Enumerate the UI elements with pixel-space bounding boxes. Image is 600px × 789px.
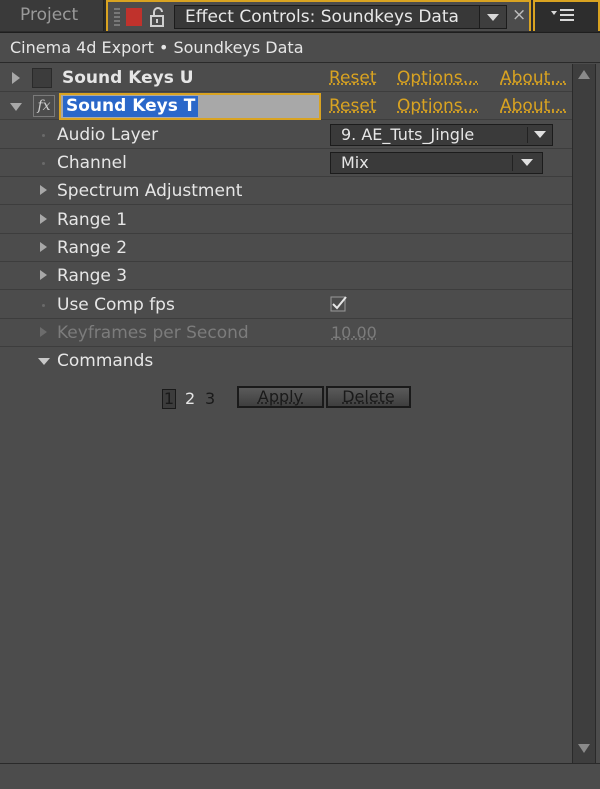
channel-dropdown[interactable]: Mix (330, 152, 543, 174)
property-label: Keyframes per Second (57, 323, 249, 343)
expand-arrow-icon[interactable] (40, 270, 47, 280)
property-label: Spectrum Adjustment (57, 181, 243, 201)
tab-title: Effect Controls: Soundkeys Data (185, 7, 459, 27)
expand-arrow-icon[interactable] (40, 214, 47, 224)
about-link[interactable]: About... (500, 92, 566, 120)
property-label: Range 2 (57, 238, 128, 258)
collapse-arrow-icon[interactable] (38, 358, 50, 365)
expand-arrow-icon[interactable] (40, 185, 47, 195)
bullet-icon (42, 304, 45, 307)
property-range-3[interactable]: Range 3 (0, 262, 572, 290)
property-audio-layer: Audio Layer 9. AE_Tuts_Jingle (0, 121, 572, 149)
apply-button[interactable]: Apply (237, 386, 324, 408)
property-channel: Channel Mix (0, 149, 572, 177)
property-label: Use Comp fps (57, 295, 175, 315)
effect-controls-panel: Project Effect Controls: Soundkeys Data … (0, 0, 600, 789)
reset-link[interactable]: Reset (329, 64, 377, 92)
close-icon[interactable]: × (512, 5, 526, 25)
panel-menu-icon (551, 9, 574, 21)
property-label: Range 1 (57, 210, 128, 230)
effect-name-input[interactable]: Sound Keys T (59, 93, 321, 120)
tab-effect-controls[interactable]: Effect Controls: Soundkeys Data × (106, 0, 531, 31)
panel-footer (0, 763, 600, 789)
panel-menu-button[interactable] (533, 0, 600, 31)
effect-row-sound-keys-u: Sound Keys U Reset Options... About... (0, 64, 572, 92)
options-link[interactable]: Options... (397, 64, 479, 92)
delete-button[interactable]: Delete (326, 386, 411, 408)
chevron-down-icon (534, 131, 546, 138)
drag-grip-icon[interactable] (114, 8, 120, 26)
dropdown-separator (512, 155, 513, 171)
vertical-scrollbar[interactable] (572, 64, 596, 763)
expand-arrow-icon[interactable] (40, 242, 47, 252)
bullet-icon (42, 162, 45, 165)
scroll-up-icon[interactable] (578, 70, 590, 79)
page-1-button[interactable]: 1 (162, 389, 176, 409)
dropdown-value: Mix (341, 153, 369, 172)
options-link[interactable]: Options... (397, 92, 479, 120)
property-spectrum-adjustment[interactable]: Spectrum Adjustment (0, 177, 572, 205)
effect-enable-toggle[interactable] (32, 68, 52, 88)
dropdown-value: 9. AE_Tuts_Jingle (341, 125, 475, 144)
property-label: Commands (57, 351, 154, 371)
audio-layer-dropdown[interactable]: 9. AE_Tuts_Jingle (330, 124, 553, 146)
reset-link[interactable]: Reset (329, 92, 377, 120)
page-3-button[interactable]: 3 (205, 389, 215, 409)
property-label: Channel (57, 153, 127, 173)
effect-row-sound-keys-t: fx Sound Keys T Reset Options... About..… (0, 92, 572, 120)
expand-arrow-icon[interactable] (40, 327, 47, 337)
property-range-2[interactable]: Range 2 (0, 234, 572, 262)
fx-icon[interactable]: fx (33, 95, 55, 117)
chevron-down-icon (521, 159, 533, 166)
collapse-arrow-icon[interactable] (10, 103, 22, 111)
effect-name: Sound Keys U (62, 68, 194, 88)
page-2-button[interactable]: 2 (185, 389, 195, 409)
scroll-down-icon[interactable] (578, 744, 590, 753)
dropdown-separator (527, 127, 528, 143)
property-use-comp-fps: Use Comp fps (0, 291, 572, 319)
property-keyframes-per-second: Keyframes per Second 10.00 (0, 319, 572, 347)
checkmark-icon[interactable] (330, 295, 348, 313)
property-label: Audio Layer (57, 125, 159, 145)
breadcrumb: Cinema 4d Export • Soundkeys Data (0, 33, 600, 63)
property-label: Range 3 (57, 266, 128, 286)
keyframes-per-second-value[interactable]: 10.00 (331, 319, 377, 347)
property-range-1[interactable]: Range 1 (0, 206, 572, 234)
effect-controls-layer-select[interactable]: Effect Controls: Soundkeys Data (174, 5, 507, 29)
chevron-down-icon[interactable] (479, 6, 506, 28)
about-link[interactable]: About... (500, 64, 566, 92)
lock-icon[interactable] (148, 6, 168, 28)
bullet-icon (42, 134, 45, 137)
tab-project[interactable]: Project (0, 0, 104, 31)
property-commands[interactable]: Commands (0, 347, 572, 375)
effect-name-selection: Sound Keys T (63, 96, 199, 117)
expand-arrow-icon[interactable] (12, 72, 20, 84)
tab-bar: Project Effect Controls: Soundkeys Data … (0, 0, 600, 33)
viewer-color-swatch (126, 8, 142, 26)
